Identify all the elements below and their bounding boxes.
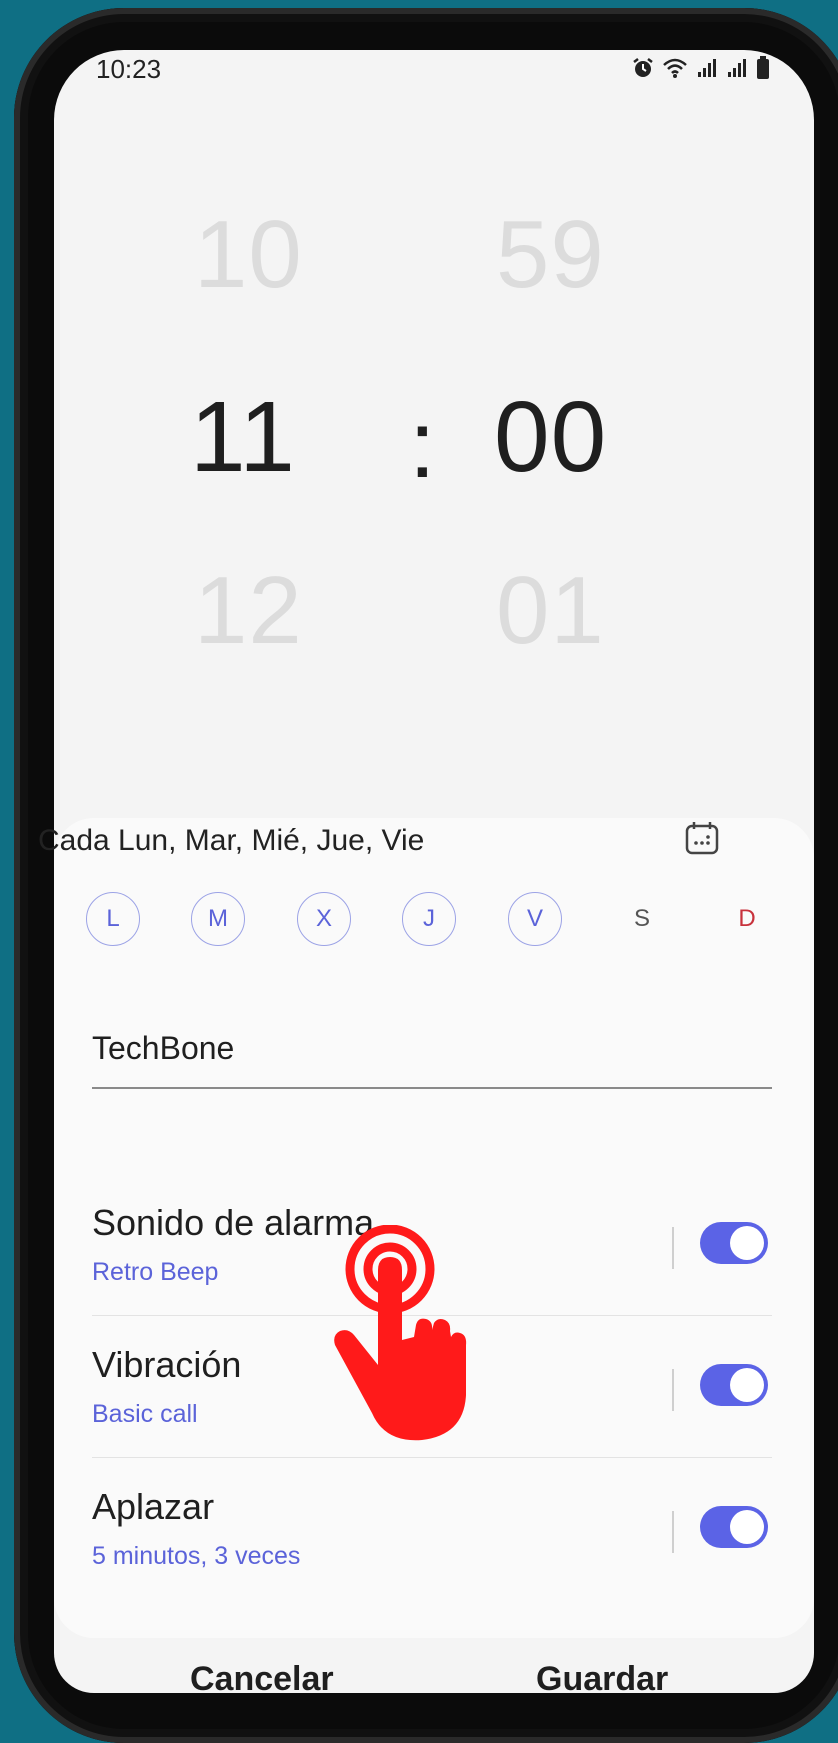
day-tuesday[interactable]: M <box>191 892 245 946</box>
vibration-toggle[interactable] <box>700 1364 768 1406</box>
day-saturday[interactable]: S <box>615 892 669 946</box>
weekday-selector: L M X J V S D <box>30 892 756 952</box>
setting-title: Vibración <box>92 1344 242 1385</box>
hour-next[interactable]: 12 <box>194 556 303 666</box>
setting-subtitle: Basic call <box>92 1400 198 1428</box>
divider <box>672 1369 674 1411</box>
setting-subtitle: 5 minutos, 3 veces <box>92 1542 301 1570</box>
repeat-summary: Cada Lun, Mar, Mié, Jue, Vie <box>38 824 425 857</box>
divider <box>672 1227 674 1269</box>
alarm-name-underline <box>92 1087 772 1089</box>
day-monday[interactable]: L <box>86 892 140 946</box>
hour-prev[interactable]: 10 <box>194 200 303 310</box>
hour-value[interactable]: 11 <box>190 380 296 495</box>
time-separator: : <box>409 391 436 498</box>
minute-value[interactable]: 00 <box>494 380 607 495</box>
day-wednesday[interactable]: X <box>297 892 351 946</box>
day-friday[interactable]: V <box>508 892 562 946</box>
alarm-sound-toggle[interactable] <box>700 1222 768 1264</box>
toggle-knob <box>730 1510 764 1544</box>
day-thursday[interactable]: J <box>402 892 456 946</box>
alarm-name-input[interactable] <box>92 1030 770 1067</box>
snooze-toggle[interactable] <box>700 1506 768 1548</box>
save-button[interactable]: Guardar <box>536 1660 668 1699</box>
minute-next[interactable]: 01 <box>496 556 605 666</box>
setting-subtitle: Retro Beep <box>92 1258 219 1286</box>
day-sunday[interactable]: D <box>720 892 774 946</box>
cancel-button[interactable]: Cancelar <box>190 1660 334 1699</box>
minute-prev[interactable]: 59 <box>496 200 605 310</box>
setting-snooze[interactable]: Aplazar 5 minutos, 3 veces <box>92 1486 772 1616</box>
setting-title: Aplazar <box>92 1486 215 1527</box>
calendar-icon[interactable] <box>682 818 722 858</box>
time-picker[interactable]: 10 59 11 : 00 12 01 <box>54 50 814 810</box>
divider <box>672 1511 674 1553</box>
toggle-knob <box>730 1368 764 1402</box>
toggle-knob <box>730 1226 764 1260</box>
tap-hand-icon <box>334 1225 467 1441</box>
row-divider <box>92 1457 772 1458</box>
